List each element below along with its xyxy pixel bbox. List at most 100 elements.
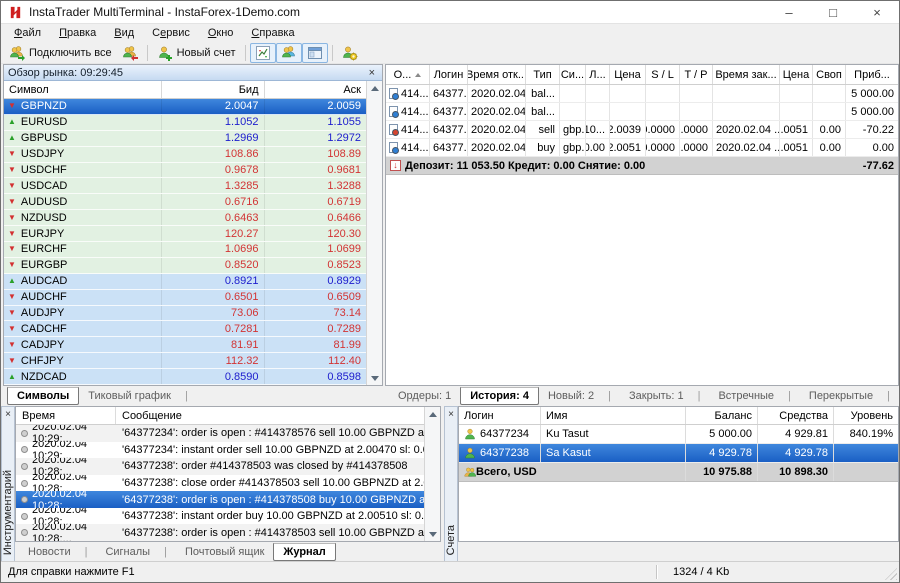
order-doc-icon bbox=[389, 88, 398, 99]
menu-item[interactable]: Сервис bbox=[143, 26, 199, 40]
column-header-login[interactable]: Логин bbox=[430, 65, 468, 84]
tab[interactable]: Закрыть: 1 bbox=[620, 388, 709, 404]
column-header-time[interactable]: Время bbox=[16, 407, 116, 424]
column-header-balance[interactable]: Баланс bbox=[686, 407, 758, 424]
accounts-total-row[interactable]: Всего, USD 10 975.88 10 898.30 bbox=[459, 463, 898, 482]
tab[interactable]: Символы bbox=[7, 387, 79, 405]
market-row[interactable]: EURGBP 0.8520 0.8523 bbox=[4, 258, 366, 274]
column-header-lots[interactable]: Л... bbox=[586, 65, 610, 84]
scroll-down-icon[interactable] bbox=[367, 371, 382, 385]
market-row[interactable]: CADJPY 81.91 81.99 bbox=[4, 337, 366, 353]
market-row[interactable]: CADCHF 0.7281 0.7289 bbox=[4, 321, 366, 337]
toolbox-toggle-button[interactable] bbox=[302, 43, 328, 63]
market-row[interactable]: EURUSD 1.1052 1.1055 bbox=[4, 115, 366, 131]
column-header-price[interactable]: Цена bbox=[610, 65, 646, 84]
journal-row[interactable]: 2020.02.04 10:29:... '64377234': instant… bbox=[16, 442, 424, 459]
tab[interactable]: Почтовый ящик bbox=[176, 544, 273, 560]
column-header-bid[interactable]: Бид bbox=[162, 81, 265, 98]
accounts-close-icon[interactable]: × bbox=[448, 409, 454, 420]
connect-all-button[interactable]: Подключить все bbox=[4, 43, 117, 63]
column-header-profit[interactable]: Приб... bbox=[846, 65, 898, 84]
column-header-close-price[interactable]: Цена bbox=[780, 65, 813, 84]
column-header-symbol[interactable]: Си... bbox=[560, 65, 586, 84]
toolbox-close-icon[interactable]: × bbox=[5, 409, 11, 420]
market-watch-close-icon[interactable]: × bbox=[366, 67, 378, 79]
tab[interactable]: Тиковый график bbox=[79, 388, 197, 404]
market-watch-scrollbar[interactable] bbox=[366, 81, 382, 385]
tab[interactable]: Встречные bbox=[709, 388, 799, 404]
market-row[interactable]: NZDUSD 0.6463 0.6466 bbox=[4, 210, 366, 226]
menu-item[interactable]: Окно bbox=[199, 26, 243, 40]
tick-chart-toggle-button[interactable] bbox=[250, 43, 276, 63]
market-row[interactable]: NZDCAD 0.8590 0.8598 bbox=[4, 369, 366, 385]
market-row[interactable]: AUDCAD 0.8921 0.8929 bbox=[4, 274, 366, 290]
tab[interactable]: Новый: 2 bbox=[539, 388, 620, 404]
bid-value: 1.0696 bbox=[162, 242, 265, 257]
market-row[interactable]: AUDUSD 0.6716 0.6719 bbox=[4, 194, 366, 210]
column-header-equity[interactable]: Средства bbox=[758, 407, 834, 424]
scroll-up-icon[interactable] bbox=[425, 407, 440, 421]
menu-item[interactable]: Справка bbox=[242, 26, 303, 40]
close-icon[interactable]: × bbox=[855, 1, 899, 23]
scroll-up-icon[interactable] bbox=[367, 81, 382, 95]
column-header-ask[interactable]: Аск bbox=[265, 81, 367, 98]
column-header-type[interactable]: Тип bbox=[526, 65, 560, 84]
column-header-login[interactable]: Логин bbox=[459, 407, 541, 424]
market-row[interactable]: AUDJPY 73.06 73.14 bbox=[4, 306, 366, 322]
tab[interactable]: Перекрытые bbox=[800, 388, 899, 404]
column-header-open-time[interactable]: Время отк... bbox=[468, 65, 526, 84]
market-row[interactable]: AUDCHF 0.6501 0.6509 bbox=[4, 290, 366, 306]
market-row[interactable]: GBPNZD 2.0047 2.0059 bbox=[4, 99, 366, 115]
account-row[interactable]: 64377238 Sa Kasut 4 929.78 4 929.78 bbox=[459, 444, 898, 463]
menu-item[interactable]: Файл bbox=[5, 26, 50, 40]
market-row[interactable]: CHFJPY 112.32 112.40 bbox=[4, 353, 366, 369]
journal-row[interactable]: 2020.02.04 10:28:... '64377238': instant… bbox=[16, 508, 424, 525]
market-row[interactable]: EURJPY 120.27 120.30 bbox=[4, 226, 366, 242]
menu-item[interactable]: Вид bbox=[105, 26, 143, 40]
deposit-summary-row[interactable]: ↓ Депозит: 11 053.50 Кредит: 0.00 Снятие… bbox=[386, 157, 898, 175]
column-header-symbol[interactable]: Символ bbox=[4, 81, 162, 98]
new-account-button[interactable]: Новый счет bbox=[152, 43, 241, 63]
journal-row[interactable]: 2020.02.04 10:29:... '64377234': order i… bbox=[16, 425, 424, 442]
market-row[interactable]: USDCAD 1.3285 1.3288 bbox=[4, 178, 366, 194]
journal-scrollbar[interactable] bbox=[424, 407, 440, 541]
disconnect-all-button[interactable] bbox=[117, 43, 143, 63]
account-row[interactable]: 64377234 Ku Tasut 5 000.00 4 929.81 840.… bbox=[459, 425, 898, 444]
history-row[interactable]: 414... 64377... 2020.02.04 ... bal... 5 … bbox=[386, 85, 898, 103]
column-header-swap[interactable]: Своп bbox=[813, 65, 846, 84]
scroll-down-icon[interactable] bbox=[425, 527, 440, 541]
tab[interactable]: Журнал bbox=[273, 543, 335, 561]
column-header-name[interactable]: Имя bbox=[541, 407, 686, 424]
market-row[interactable]: USDJPY 108.86 108.89 bbox=[4, 147, 366, 163]
resize-grip[interactable] bbox=[885, 568, 897, 580]
journal-row[interactable]: 2020.02.04 10:28:... '64377238': order #… bbox=[16, 458, 424, 475]
tab[interactable]: Ордеры: 1 bbox=[389, 388, 460, 404]
column-header-message[interactable]: Сообщение bbox=[116, 407, 424, 424]
accounts-toggle-button[interactable] bbox=[276, 43, 302, 63]
tab[interactable]: Сигналы bbox=[96, 544, 175, 560]
column-header-close-time[interactable]: Время зак... bbox=[713, 65, 780, 84]
column-header-sl[interactable]: S / L bbox=[646, 65, 680, 84]
market-row[interactable]: GBPUSD 1.2969 1.2972 bbox=[4, 131, 366, 147]
history-row[interactable]: 414... 64377... 2020.02.04 ... buy gbp..… bbox=[386, 139, 898, 157]
market-row[interactable]: USDCHF 0.9678 0.9681 bbox=[4, 163, 366, 179]
history-row[interactable]: 414... 64377... 2020.02.04 ... sell gbp.… bbox=[386, 121, 898, 139]
toolbox-side-label[interactable]: Инструментарий bbox=[2, 470, 14, 555]
journal-row[interactable]: 2020.02.04 10:28:... '64377238': close o… bbox=[16, 475, 424, 492]
column-header-order[interactable]: О... bbox=[386, 65, 430, 84]
minimize-icon[interactable]: – bbox=[767, 1, 811, 23]
maximize-icon[interactable]: □ bbox=[811, 1, 855, 23]
journal-row[interactable]: 2020.02.04 10:28:... '64377238': order i… bbox=[16, 524, 424, 541]
accounts-side-label[interactable]: Счета bbox=[445, 525, 457, 555]
tab[interactable]: Новости bbox=[19, 544, 96, 560]
history-row[interactable]: 414... 64377... 2020.02.04 ... bal... 5 … bbox=[386, 103, 898, 121]
tab[interactable]: История: 4 bbox=[460, 387, 539, 405]
settings-button[interactable] bbox=[337, 43, 363, 63]
market-row[interactable]: EURCHF 1.0696 1.0699 bbox=[4, 242, 366, 258]
menu-item[interactable]: Правка bbox=[50, 26, 105, 40]
order-doc-icon bbox=[389, 124, 398, 135]
column-header-tp[interactable]: T / P bbox=[680, 65, 713, 84]
journal-row[interactable]: 2020.02.04 10:28:... '64377238': order i… bbox=[16, 491, 424, 508]
trend-icon bbox=[8, 261, 16, 269]
column-header-level[interactable]: Уровень bbox=[834, 407, 898, 424]
